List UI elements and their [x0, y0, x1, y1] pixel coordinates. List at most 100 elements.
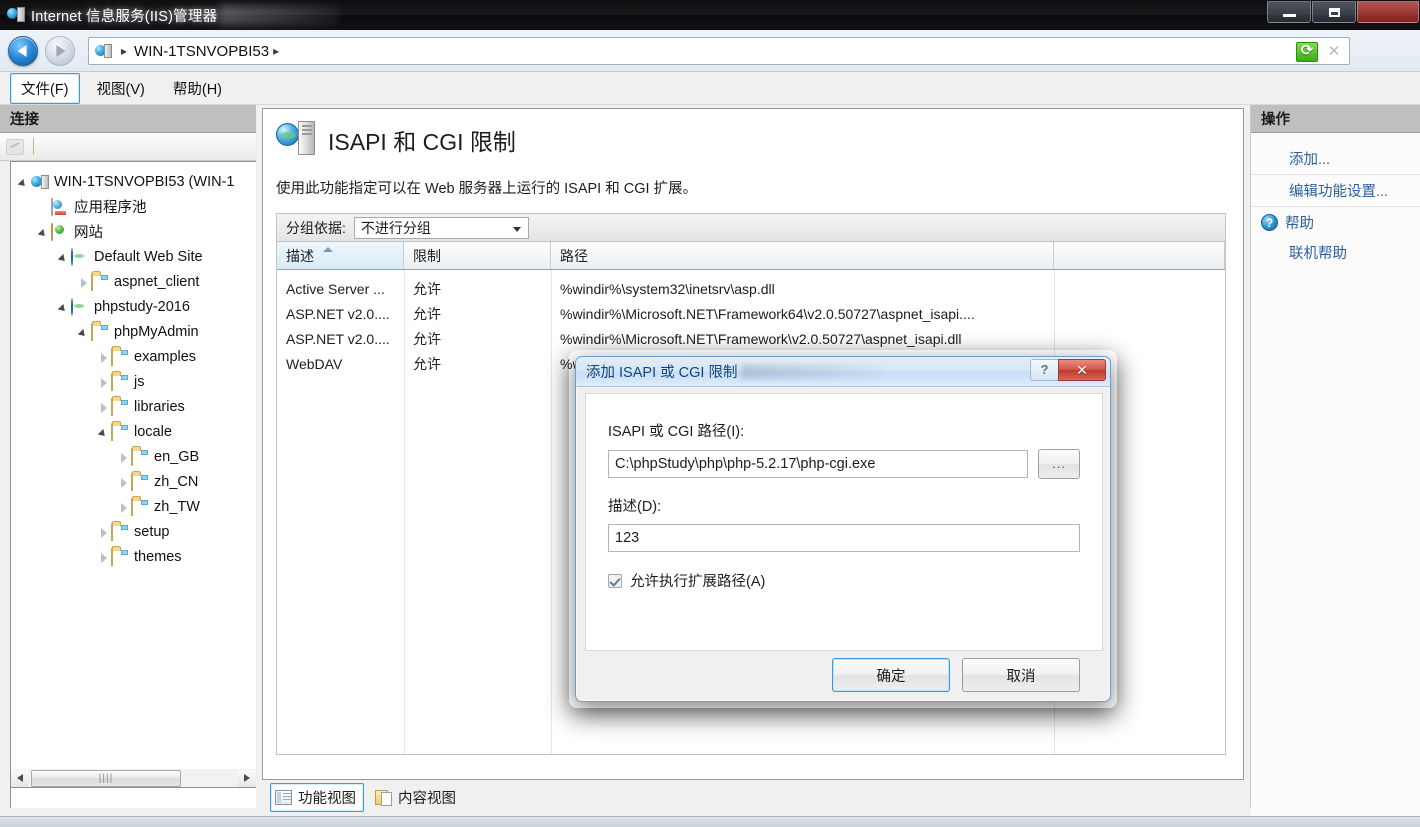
site-icon — [71, 297, 89, 316]
browse-button[interactable]: ... — [1038, 449, 1080, 479]
table-row[interactable]: ASP.NET v2.0.... 允许 %windir%\Microsoft.NET… — [277, 326, 1225, 351]
cell-restriction: 允许 — [413, 355, 441, 372]
menubar: 文件(F) 视图(V) 帮助(H) — [0, 72, 1420, 105]
tree-item-setup[interactable]: setup — [11, 519, 256, 544]
cell-path: %windir%\Microsoft.NET\Framework\v2.0.50… — [560, 330, 962, 347]
tree-expander-open-icon[interactable] — [57, 300, 71, 314]
folder-icon — [111, 422, 129, 441]
tree-expander-closed-icon[interactable] — [117, 475, 131, 489]
description-input[interactable]: 123 — [608, 524, 1080, 552]
column-divider-1 — [404, 270, 405, 754]
ok-button[interactable]: 确定 — [832, 658, 950, 692]
menu-view[interactable]: 视图(V) — [86, 73, 156, 104]
scroll-left-icon[interactable] — [11, 769, 29, 787]
cell-path: %windir%\system32\inetsrv\asp.dll — [560, 280, 775, 297]
connections-tree[interactable]: WIN-1TSNVOPBI53 (WIN-1 应用程序池 网站 Default Web… — [10, 161, 256, 827]
tree-expander-closed-icon[interactable] — [117, 450, 131, 464]
tree-expander-open-icon[interactable] — [57, 250, 71, 264]
tree-item-aspnet-client[interactable]: aspnet_client — [11, 269, 256, 294]
maximize-button[interactable] — [1312, 1, 1356, 23]
minimize-button[interactable] — [1267, 1, 1311, 23]
tree-item-label: aspnet_client — [114, 273, 200, 290]
column-divider-2 — [551, 270, 552, 754]
path-input[interactable]: C:\phpStudy\php\php-5.2.17\php-cgi.exe — [608, 450, 1028, 478]
tree-expander-none-icon[interactable] — [37, 200, 51, 214]
tree-item-[interactable]: 网站 — [11, 219, 256, 244]
allow-extension-path-checkbox[interactable] — [608, 573, 622, 588]
close-button[interactable] — [1357, 1, 1419, 23]
column-header-path-label: 路径 — [560, 247, 588, 264]
column-header-restriction-label: 限制 — [413, 247, 441, 264]
server-icon — [95, 43, 112, 60]
menu-file[interactable]: 文件(F) — [10, 72, 80, 104]
tree-expander-open-icon[interactable] — [97, 425, 111, 439]
dialog-body: ISAPI 或 CGI 路径(I): C:\phpStudy\php\php-5… — [585, 393, 1103, 651]
action-help-label: 帮助 — [1285, 216, 1314, 232]
action-online-help[interactable]: 联机帮助 — [1251, 238, 1420, 266]
column-header-extra[interactable] — [1054, 242, 1225, 269]
tree-item-examples[interactable]: examples — [11, 344, 256, 369]
action-help[interactable]: ? 帮助 — [1251, 207, 1420, 238]
tree-expander-closed-icon[interactable] — [97, 350, 111, 364]
tree-item-zh-tw[interactable]: zh_TW — [11, 494, 256, 519]
back-arrow-icon[interactable] — [8, 36, 38, 66]
tree-item-label: phpstudy-2016 — [94, 298, 190, 315]
tab-content-view[interactable]: 内容视图 — [370, 783, 464, 812]
tree-item-default-web-site[interactable]: Default Web Site — [11, 244, 256, 269]
dialog-close-button[interactable]: ✕ — [1058, 359, 1106, 381]
table-row[interactable]: ASP.NET v2.0.... 允许 %windir%\Microsoft.NET… — [277, 301, 1225, 326]
tree-item-label: Default Web Site — [94, 248, 203, 265]
tree-expander-closed-icon[interactable] — [97, 375, 111, 389]
tree-expander-closed-icon[interactable] — [77, 275, 91, 289]
tree-item-[interactable]: 应用程序池 — [11, 194, 256, 219]
server-icon — [31, 174, 49, 190]
scroll-right-icon[interactable] — [238, 769, 256, 787]
tab-content-view-label: 内容视图 — [398, 790, 456, 807]
dialog-footer: 确定 取消 — [576, 649, 1110, 701]
forward-arrow-icon[interactable] — [45, 36, 75, 66]
tab-features-view[interactable]: 功能视图 — [270, 782, 364, 812]
app-pool-icon — [51, 197, 69, 216]
cell-path: %windir%\Microsoft.NET\Framework64\v2.0.… — [560, 305, 975, 322]
tree-item-phpmyadmin[interactable]: phpMyAdmin — [11, 319, 256, 344]
tree-expander-closed-icon[interactable] — [97, 525, 111, 539]
tree-item-locale[interactable]: locale — [11, 419, 256, 444]
allow-extension-path-checkbox-row[interactable]: 允许执行扩展路径(A) — [608, 570, 1080, 591]
breadcrumb-server[interactable]: WIN-1TSNVOPBI53 — [134, 43, 269, 60]
breadcrumb[interactable]: ▸ WIN-1TSNVOPBI53 ▸ ✕ — [88, 37, 1350, 65]
tree-item-themes[interactable]: themes — [11, 544, 256, 569]
tree-item-label: js — [134, 373, 145, 390]
stop-icon: ✕ — [1327, 43, 1341, 60]
tree-item-win-1tsnvopbi53-win-1[interactable]: WIN-1TSNVOPBI53 (WIN-1 — [11, 169, 256, 194]
connections-hscrollbar[interactable]: |||| — [10, 769, 256, 788]
path-field-label: ISAPI 或 CGI 路径(I): — [608, 424, 745, 440]
tree-item-js[interactable]: js — [11, 369, 256, 394]
tree-item-zh-cn[interactable]: zh_CN — [11, 469, 256, 494]
connect-to-server-icon[interactable] — [6, 138, 24, 155]
site-icon — [71, 247, 89, 266]
action-add[interactable]: 添加... — [1251, 143, 1420, 175]
menu-help[interactable]: 帮助(H) — [162, 73, 233, 104]
tree-expander-closed-icon[interactable] — [97, 550, 111, 564]
refresh-icon[interactable] — [1296, 41, 1318, 62]
tree-expander-open-icon[interactable] — [17, 175, 31, 189]
action-edit-feature-settings[interactable]: 编辑功能设置... — [1251, 175, 1420, 207]
group-by-select[interactable]: 不进行分组 — [353, 216, 529, 239]
tree-expander-closed-icon[interactable] — [117, 500, 131, 514]
tree-expander-open-icon[interactable] — [37, 225, 51, 239]
dialog-help-button[interactable]: ? — [1030, 359, 1058, 381]
column-header-restriction[interactable]: 限制 — [404, 242, 551, 269]
content-view-icon — [375, 789, 392, 806]
tree-expander-closed-icon[interactable] — [97, 400, 111, 414]
folder-icon — [91, 272, 109, 291]
column-header-description[interactable]: 描述 — [277, 242, 404, 269]
table-row[interactable]: Active Server ... 允许 %windir%\system32\ine… — [277, 276, 1225, 301]
tree-item-libraries[interactable]: libraries — [11, 394, 256, 419]
tree-item-phpstudy-2016[interactable]: phpstudy-2016 — [11, 294, 256, 319]
tree-expander-open-icon[interactable] — [77, 325, 91, 339]
cell-description: Active Server ... — [286, 280, 385, 297]
tree-item-en-gb[interactable]: en_GB — [11, 444, 256, 469]
column-header-path[interactable]: 路径 — [551, 242, 1054, 269]
scrollbar-thumb[interactable]: |||| — [31, 769, 181, 787]
cancel-button[interactable]: 取消 — [962, 658, 1080, 692]
